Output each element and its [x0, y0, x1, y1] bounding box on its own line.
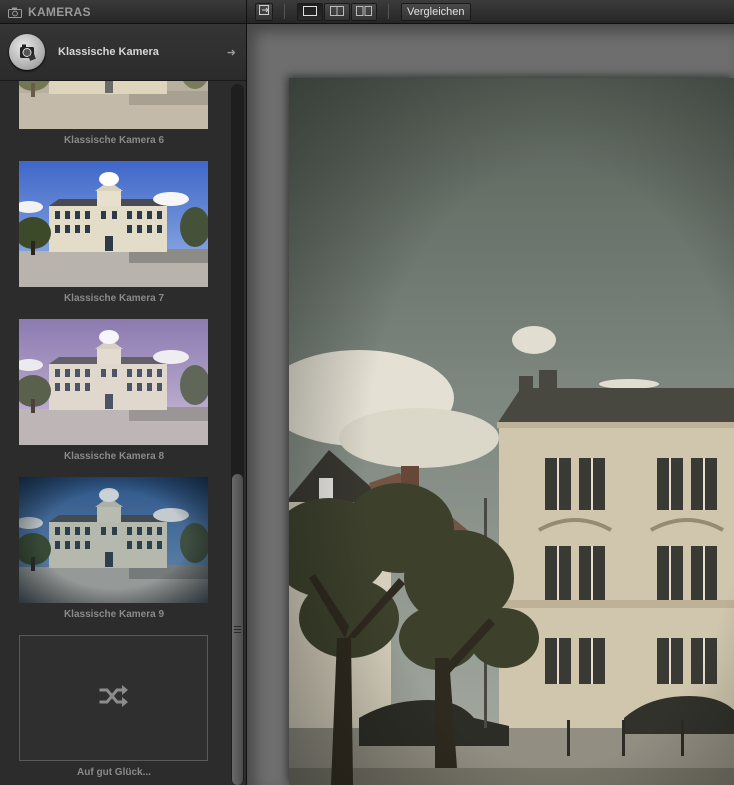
- preset-list: Klassische Kamera 6 Klassische Kamera 7: [0, 81, 228, 785]
- sidebar-header: KAMERAS: [0, 0, 246, 24]
- random-preset-button[interactable]: [19, 635, 208, 761]
- view-side-by-side-button[interactable]: [351, 3, 377, 21]
- category-label: Klassische Kamera: [58, 46, 159, 58]
- preset-thumbnail-8[interactable]: [19, 319, 208, 445]
- preset-label-8: Klassische Kamera 8: [63, 451, 165, 462]
- compare-button[interactable]: Vergleichen: [401, 3, 471, 21]
- toolbar: Vergleichen: [247, 0, 734, 24]
- classic-camera-logo-icon: [9, 34, 45, 70]
- preset-label-7: Klassische Kamera 7: [63, 293, 165, 304]
- side-by-side-view-icon: [356, 3, 372, 21]
- preset-label-9: Klassische Kamera 9: [63, 609, 165, 620]
- arrow-right-icon[interactable]: ➜: [227, 46, 236, 59]
- export-button[interactable]: [255, 3, 273, 21]
- preset-label-6: Klassische Kamera 6: [63, 135, 165, 146]
- preset-thumbnail-9[interactable]: [19, 477, 208, 603]
- preset-thumbnail-6[interactable]: [19, 81, 208, 129]
- preview-image: [289, 78, 734, 785]
- shuffle-icon: [99, 684, 129, 712]
- sidebar-title: KAMERAS: [28, 4, 91, 19]
- split-view-icon: [330, 3, 344, 21]
- presets-sidebar: KAMERAS Klassische Kamera ➜ Klassische K…: [0, 0, 247, 785]
- view-single-button[interactable]: [297, 3, 323, 21]
- preset-thumbnail-7[interactable]: [19, 161, 208, 287]
- random-preset-label: Auf gut Glück...: [77, 767, 151, 778]
- export-icon: [258, 3, 270, 21]
- category-selector[interactable]: Klassische Kamera ➜: [0, 24, 246, 81]
- compare-label: Vergleichen: [407, 6, 465, 18]
- view-split-button[interactable]: [324, 3, 350, 21]
- single-view-icon: [303, 3, 317, 21]
- scrollbar-grip: [234, 626, 241, 634]
- camera-icon: [8, 7, 22, 18]
